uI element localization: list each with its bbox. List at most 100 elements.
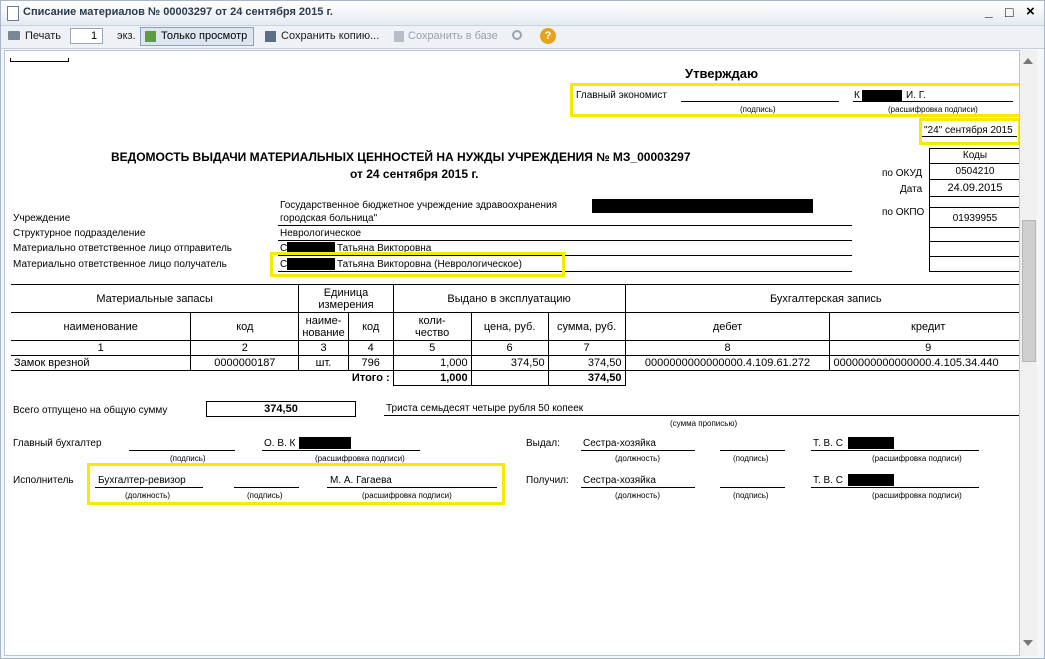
save-icon xyxy=(265,31,276,42)
close-button[interactable]: × xyxy=(1026,3,1035,20)
column-number: 3 xyxy=(298,340,349,356)
view-icon xyxy=(145,31,156,42)
date-cell: 24.09.2015 xyxy=(929,179,1019,197)
debit-header: дебет xyxy=(624,312,831,341)
row-sum: 374,50 xyxy=(547,355,626,371)
copies-input[interactable]: 1 xyxy=(70,28,103,44)
received-position-caption: (должность) xyxy=(615,491,660,500)
save-db-button[interactable]: Сохранить в базе xyxy=(408,28,498,45)
total-sum: 374,50 xyxy=(547,370,626,386)
copies-unit-label: экз. xyxy=(117,30,136,42)
summary-words-line xyxy=(384,415,1019,416)
issued-name: Т. В. С xyxy=(813,438,844,449)
empty-code-cell xyxy=(929,256,1019,272)
okud-label: по ОКУД xyxy=(882,168,923,179)
approve-title: Утверждаю xyxy=(685,66,759,81)
row-qty: 1,000 xyxy=(392,355,472,371)
copies-value: 1 xyxy=(91,30,98,42)
view-only-toggle[interactable]: Только просмотр xyxy=(140,27,254,46)
highlight-frame xyxy=(87,463,505,505)
summary-label: Всего отпущено на общую сумму xyxy=(13,405,168,416)
highlight-frame xyxy=(919,118,1019,145)
column-number: 9 xyxy=(829,340,1019,356)
issued-decode-caption: (расшифровка подписи) xyxy=(872,454,962,463)
total-empty-cell xyxy=(470,370,549,386)
issued-position-caption: (должность) xyxy=(615,454,660,463)
qty-header-line2: чество xyxy=(415,326,450,339)
column-number: 8 xyxy=(624,340,831,356)
codes-caption: Коды xyxy=(962,150,988,161)
title-bar: Списание материалов № 00003297 от 24 сен… xyxy=(1,1,1044,26)
redaction-bar xyxy=(848,437,894,449)
division-line xyxy=(278,240,852,241)
okpo-cell: 01939955 xyxy=(929,207,1019,228)
column-number-row: 1 2 3 4 5 6 7 8 9 xyxy=(11,340,1019,356)
received-label: Получил: xyxy=(526,475,569,486)
page-title: ВЕДОМОСТЬ ВЫДАЧИ МАТЕРИАЛЬНЫХ ЦЕННОСТЕЙ … xyxy=(111,150,691,164)
total-qty: 1,000 xyxy=(392,370,472,386)
okpo-label: по ОКПО xyxy=(882,207,925,218)
summary-amount: 374,50 xyxy=(264,403,298,415)
save-db-icon xyxy=(394,31,404,42)
codes-caption-cell: Коды xyxy=(929,148,1019,164)
date-label: Дата xyxy=(900,184,923,195)
received-decode-line xyxy=(811,487,979,488)
summary-words: Триста семьдесят четыре рубля 50 копеек xyxy=(386,403,584,414)
report-document: Утверждаю Главный экономист (подпись) К … xyxy=(4,50,1020,656)
accounting-header: Бухгалтерская запись xyxy=(624,284,1019,313)
print-button[interactable]: Печать xyxy=(25,28,61,45)
institution-value: Государственное бюджетное учреждение здр… xyxy=(280,200,558,211)
minimize-button[interactable]: _ xyxy=(985,3,993,19)
refresh-icon[interactable] xyxy=(512,30,522,40)
row-unit-code: 796 xyxy=(347,355,394,371)
empty-code-cell xyxy=(929,241,1019,257)
materials-table: Материальные запасы Единица измерения Выд… xyxy=(11,284,1019,386)
window-title: Списание материалов № 00003297 от 24 сен… xyxy=(23,6,333,18)
chief-label: Главный бухгалтер xyxy=(13,438,102,449)
qty-header: коли-чество xyxy=(392,312,472,341)
chief-sign-line xyxy=(129,450,235,451)
column-number: 4 xyxy=(347,340,394,356)
save-copy-button[interactable]: Сохранить копию... xyxy=(281,28,379,45)
highlight-frame xyxy=(270,252,565,277)
institution-line xyxy=(278,225,852,226)
document-icon xyxy=(7,6,19,21)
materials-header: Материальные запасы xyxy=(11,284,300,313)
received-decode-caption: (расшифровка подписи) xyxy=(872,491,962,500)
scroll-up-icon[interactable] xyxy=(1023,58,1033,64)
division-value: Неврологическое xyxy=(280,228,362,239)
help-label: ? xyxy=(544,30,552,42)
redaction-bar xyxy=(592,199,813,213)
vertical-scrollbar[interactable] xyxy=(1018,50,1037,656)
sum-header: сумма, руб. xyxy=(547,312,626,341)
empty-code-cell xyxy=(929,227,1019,242)
issued-position: Сестра-хозяйка xyxy=(583,438,656,449)
scroll-thumb[interactable] xyxy=(1022,220,1036,362)
redaction-bar xyxy=(299,437,351,449)
qty-header-line1: коли- xyxy=(418,314,446,327)
help-icon[interactable]: ? xyxy=(540,28,556,44)
row-unit: шт. xyxy=(298,355,349,371)
row-name: Замок врезной xyxy=(11,355,192,371)
okpo-value: 01939955 xyxy=(952,213,998,224)
unit-code-header: код xyxy=(347,312,394,341)
received-sign-line xyxy=(720,487,785,488)
summary-words-caption: (сумма прописью) xyxy=(670,419,738,428)
row-price: 374,50 xyxy=(470,355,549,371)
redaction-bar xyxy=(848,474,894,486)
row-code: 0000000187 xyxy=(190,355,300,371)
okud-cell: 0504210 xyxy=(929,163,1019,180)
issued-header: Выдано в эксплуатацию xyxy=(392,284,626,313)
unit-header-line1: Единица xyxy=(323,286,369,299)
received-sign-caption: (подпись) xyxy=(733,491,769,500)
institution-value-2: городская больница" xyxy=(280,213,378,224)
issued-sign-caption: (подпись) xyxy=(733,454,769,463)
total-blank xyxy=(625,371,1019,386)
division-label: Структурное подразделение xyxy=(13,228,146,239)
maximize-button[interactable]: □ xyxy=(1005,4,1013,20)
table-row: Замок врезной 0000000187 шт. 796 1,000 3… xyxy=(11,355,1019,371)
scroll-down-icon[interactable] xyxy=(1023,640,1033,646)
column-number: 5 xyxy=(392,340,472,356)
institution-label: Учреждение xyxy=(13,213,71,224)
view-only-label: Только просмотр xyxy=(161,30,248,42)
